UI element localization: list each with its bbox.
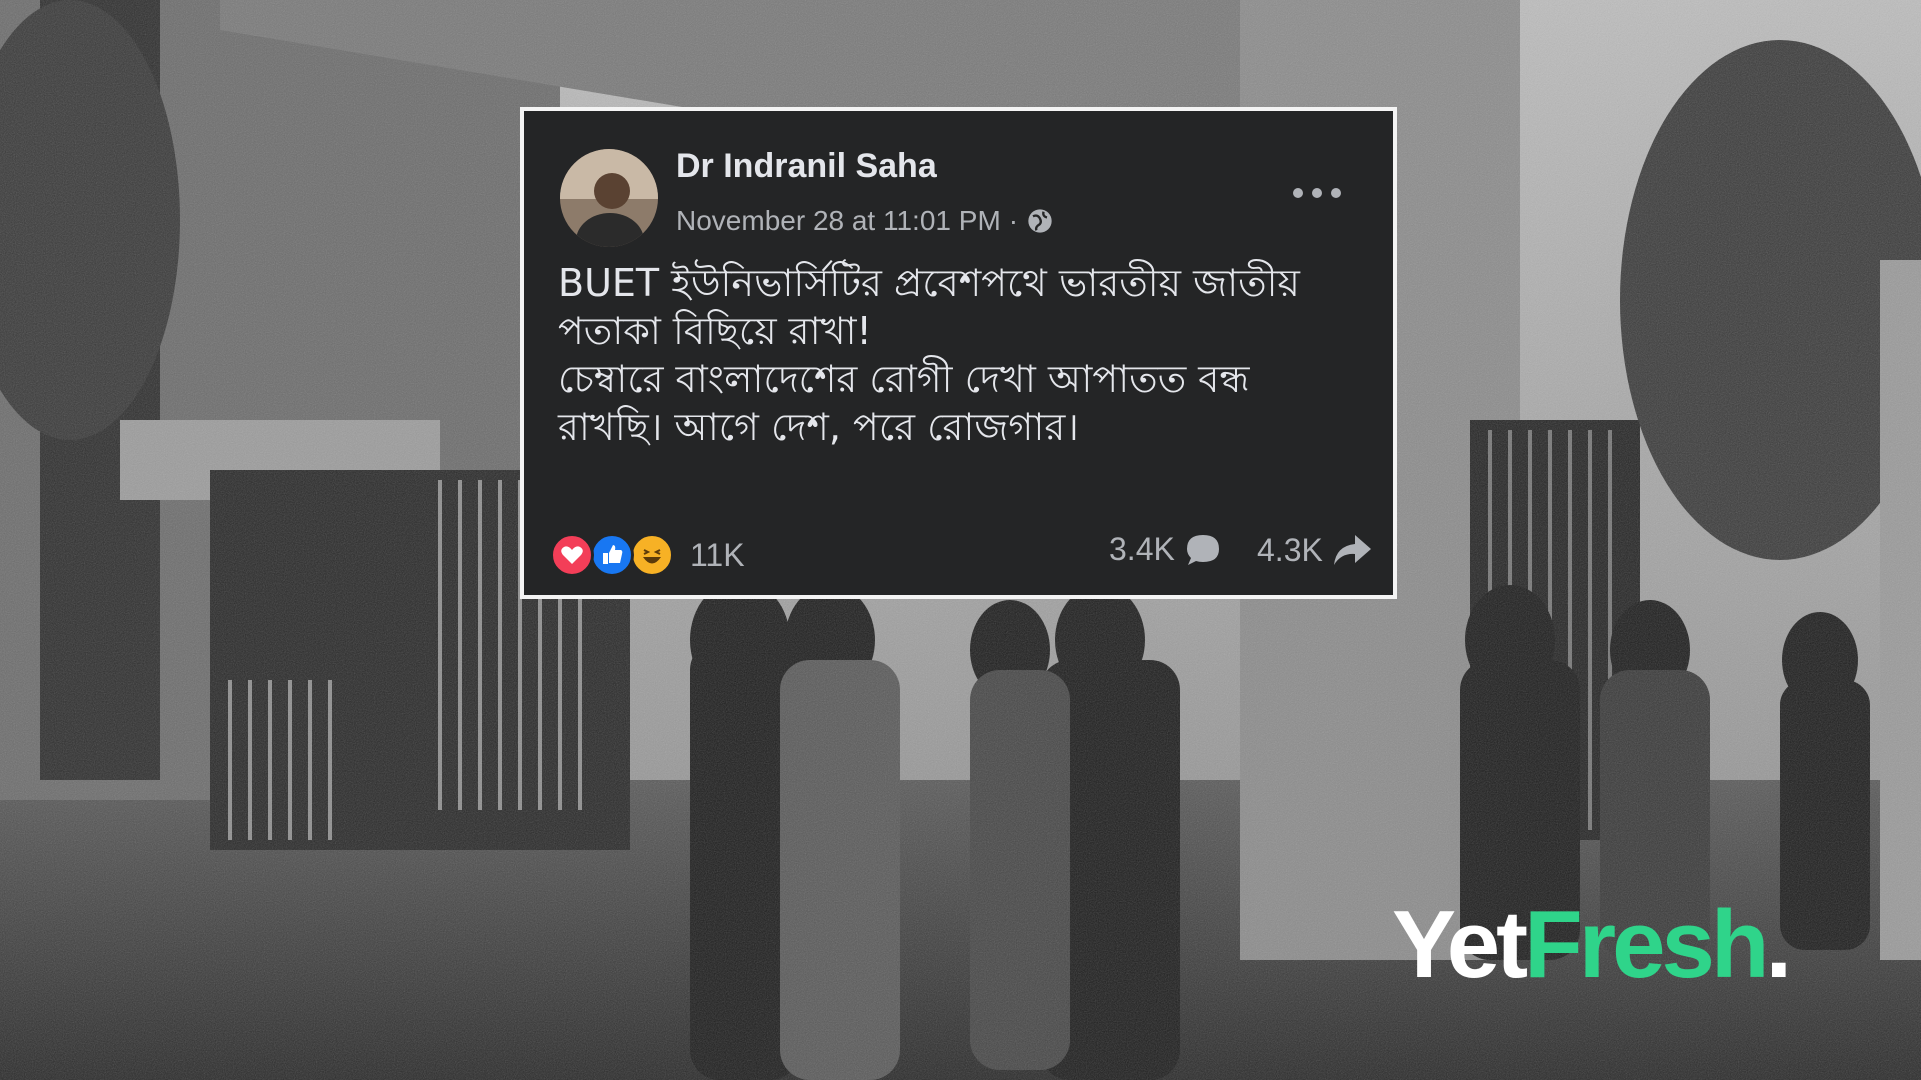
- author-name[interactable]: Dr Indranil Saha: [676, 147, 937, 186]
- post-body-line: BUET ইউনিভার্সিটির প্রবেশপথে ভারতীয় জাত…: [558, 261, 1300, 305]
- facebook-post-card: Dr Indranil Saha November 28 at 11:01 PM…: [520, 107, 1397, 599]
- share-icon: [1333, 535, 1371, 565]
- love-reaction-icon: [550, 533, 594, 577]
- more-dot: [1312, 188, 1322, 198]
- more-dot: [1293, 188, 1303, 198]
- like-reaction-icon: [590, 533, 634, 577]
- post-body-line: চেম্বারে বাংলাদেশের রোগী দেখা আপাতত বন্ধ: [558, 357, 1250, 401]
- meta-separator: ·: [1008, 205, 1019, 236]
- post-body-line: পতাকা বিছিয়ে রাখা!: [558, 309, 872, 353]
- haha-reaction-icon: [630, 533, 674, 577]
- comment-count: 3.4K: [1109, 531, 1175, 567]
- share-count: 4.3K: [1257, 531, 1323, 568]
- comment-stat[interactable]: 3.4K: [1109, 531, 1223, 568]
- more-dot: [1331, 188, 1341, 198]
- post-body: BUET ইউনিভার্সিটির প্রবেশপথে ভারতীয় জাত…: [558, 259, 1358, 451]
- post-meta: November 28 at 11:01 PM ·: [676, 205, 1054, 237]
- more-options-icon[interactable]: [1293, 183, 1341, 203]
- comment-icon: [1186, 534, 1219, 565]
- share-stat[interactable]: 4.3K: [1257, 531, 1373, 569]
- reaction-count[interactable]: 11K: [690, 537, 745, 574]
- post-body-line: রাখছি। আগে দেশ, পরে রোজগার।: [558, 405, 1079, 449]
- globe-icon: [1028, 209, 1052, 233]
- brand-yet: Yet: [1392, 891, 1528, 998]
- brand-dot: .: [1765, 891, 1793, 998]
- post-timestamp[interactable]: November 28 at 11:01 PM: [676, 205, 1001, 237]
- brand-fresh: Fresh: [1524, 891, 1769, 998]
- yetfresh-logo: YetFresh.: [1392, 890, 1793, 1000]
- reactions-summary[interactable]: 11K: [550, 533, 745, 577]
- author-avatar[interactable]: [560, 149, 658, 247]
